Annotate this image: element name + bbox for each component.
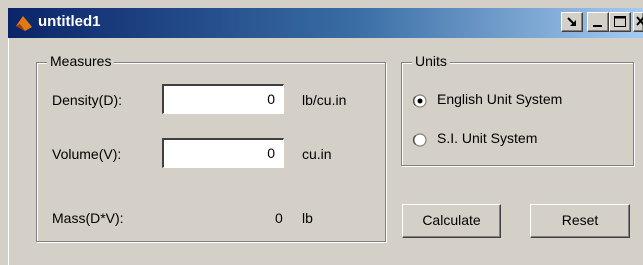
close-icon [636, 16, 643, 26]
english-unit-label[interactable]: English Unit System [437, 91, 562, 107]
maximize-icon [614, 16, 626, 27]
title-bar[interactable]: untitled1 [8, 8, 643, 38]
window-title: untitled1 [38, 13, 101, 30]
volume-label: Volume(V): [52, 146, 122, 162]
minimize-icon [593, 25, 602, 27]
mass-label: Mass(D*V): [52, 210, 124, 226]
units-group-title: Units [412, 53, 450, 69]
volume-input[interactable]: 0 [162, 138, 284, 168]
volume-unit: cu.in [302, 146, 332, 162]
reset-button[interactable]: Reset [530, 204, 630, 238]
dock-button[interactable] [561, 12, 583, 32]
density-unit: lb/cu.in [302, 92, 347, 108]
mass-value: 0 [275, 210, 283, 226]
calculate-button[interactable]: Calculate [402, 204, 501, 238]
mass-unit: lb [302, 210, 313, 226]
units-group: Units [401, 53, 634, 166]
density-input[interactable]: 0 [162, 84, 284, 114]
measures-group-title: Measures [47, 53, 115, 69]
radio-selected-icon [413, 94, 427, 108]
maximize-button[interactable] [609, 12, 631, 32]
matlab-logo-icon [16, 16, 32, 31]
density-label: Density(D): [52, 92, 123, 108]
minimize-button[interactable] [587, 12, 609, 32]
close-button[interactable] [633, 12, 643, 32]
window-client-area: Measures Density(D): 0 lb/cu.in Volume(V… [8, 38, 643, 265]
radio-unselected-icon [413, 133, 427, 147]
si-unit-label[interactable]: S.I. Unit System [437, 130, 537, 146]
dock-icon [567, 17, 576, 26]
